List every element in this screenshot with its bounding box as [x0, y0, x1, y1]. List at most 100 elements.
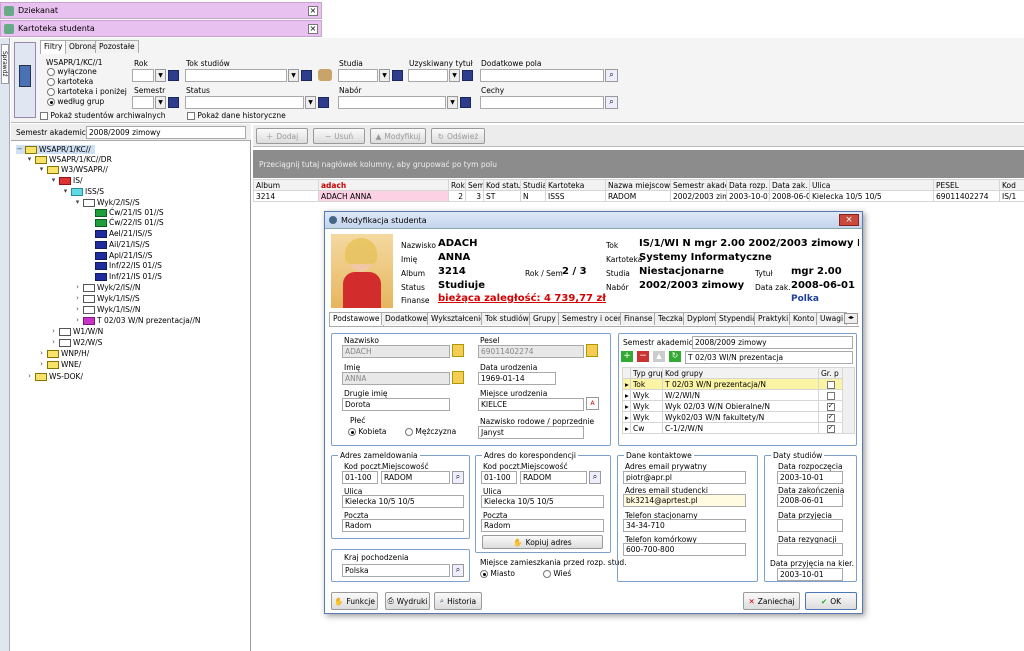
- tab-tok-studiow[interactable]: Tok studiów: [481, 312, 533, 325]
- radio-mezczyzna[interactable]: [405, 428, 413, 436]
- wydruki-button[interactable]: ⎙ Wydruki: [385, 592, 430, 610]
- dialog-titlebar[interactable]: Modyfikacja studenta ×: [325, 212, 862, 229]
- tree-node[interactable]: Ćw/21/IS 01//S: [95, 208, 164, 217]
- semestr-akademicki-select[interactable]: 2008/2009 zimowy: [86, 126, 246, 139]
- refresh-icon[interactable]: ↻: [669, 351, 681, 362]
- search-icon[interactable]: ⌕: [589, 471, 601, 484]
- gr-checkbox[interactable]: [826, 424, 835, 433]
- kor-miejscowosc-input[interactable]: RADOM: [520, 471, 587, 484]
- column-header[interactable]: Ulica: [809, 179, 934, 191]
- tree-node[interactable]: › W1/W/N: [50, 327, 103, 336]
- telefon-stacjonarny-input[interactable]: 34-34-710: [623, 519, 746, 532]
- usun-button[interactable]: − Usuń: [313, 128, 365, 144]
- lock-icon[interactable]: [586, 344, 598, 357]
- tree-node[interactable]: › W2/W/S: [50, 338, 102, 347]
- data-rezygnacji-input[interactable]: [777, 543, 843, 556]
- kartoteka-titlebar[interactable]: Kartoteka studenta ×: [0, 20, 322, 37]
- table-row[interactable]: ▸ Wyk Wyk02/03 W/N fakultety/N: [622, 411, 855, 423]
- side-tab-sprawdz[interactable]: Sprawdź: [1, 44, 9, 84]
- tree-node[interactable]: ▾ ISS/S: [62, 187, 104, 196]
- tree-node[interactable]: › Wyk/1/IS//S: [74, 294, 140, 303]
- data-rozpoczecia-input[interactable]: 2003-10-01: [777, 471, 843, 484]
- tree-node[interactable]: ▾ WSAPR/1/KC//DR: [26, 155, 112, 164]
- spellcheck-icon[interactable]: A: [586, 397, 599, 410]
- sem-akad-select[interactable]: 2008/2009 zimowy: [692, 336, 853, 349]
- semestr-filter-clear[interactable]: [168, 97, 179, 108]
- nabor-clear-button[interactable]: [460, 97, 471, 108]
- tree-node[interactable]: Inf/21/IS 01//S: [95, 272, 162, 281]
- column-header[interactable]: Nazwa miejscowości: [605, 179, 671, 191]
- tree-node[interactable]: › WNP/H/: [38, 349, 89, 358]
- tab-filtry[interactable]: Filtry: [40, 40, 67, 54]
- close-icon[interactable]: ×: [839, 214, 859, 226]
- column-header[interactable]: Gr. p: [818, 367, 843, 379]
- add-icon[interactable]: +: [621, 351, 633, 362]
- tree-node[interactable]: Apl/21/IS//S: [95, 251, 152, 260]
- studia-clear-button[interactable]: [392, 70, 403, 81]
- column-header[interactable]: Rok: [448, 179, 466, 191]
- filter-toggle[interactable]: [14, 42, 36, 118]
- tree-node[interactable]: › T 02/03 W/N prezentacja//N: [74, 316, 200, 325]
- search-icon[interactable]: ⌕: [452, 564, 464, 577]
- tab-podstawowe[interactable]: Podstawowe: [329, 312, 384, 326]
- zam-miejscowosc-input[interactable]: RADOM: [381, 471, 450, 484]
- studia-dropdown[interactable]: ▼: [379, 69, 390, 82]
- tab-konto[interactable]: Konto: [789, 312, 819, 325]
- tree-node[interactable]: Inf/22/IS 01//S: [95, 261, 162, 270]
- historia-button[interactable]: ⌕ Historia: [434, 592, 482, 610]
- gr-checkbox[interactable]: [826, 413, 835, 422]
- tab-praktyki[interactable]: Praktyki: [754, 312, 793, 325]
- tab-wyksztalcenie[interactable]: Wykształcenie: [427, 312, 489, 325]
- tree-node[interactable]: › Wyk/2/IS//N: [74, 283, 140, 292]
- email-prywatny-input[interactable]: piotr@apr.pl: [623, 471, 746, 484]
- tytul-dropdown[interactable]: ▼: [449, 69, 460, 82]
- column-header[interactable]: Kod: [999, 179, 1024, 191]
- column-header[interactable]: Data zak.: [769, 179, 810, 191]
- tok-input[interactable]: [185, 69, 287, 82]
- zam-poczta-input[interactable]: Radom: [342, 519, 464, 532]
- close-icon[interactable]: ×: [308, 6, 318, 16]
- p-drugie-imie-input[interactable]: Dorota: [342, 398, 450, 411]
- kor-kod-input[interactable]: 01-100: [481, 471, 517, 484]
- data-zakonczenia-input[interactable]: 2008-06-01: [777, 494, 843, 507]
- radio-wylaczone[interactable]: [47, 68, 55, 76]
- radio-kartoteka-ponizej[interactable]: [47, 88, 55, 96]
- data-przyjecia-input[interactable]: [777, 519, 843, 532]
- tytul-clear-button[interactable]: [462, 70, 473, 81]
- funkcje-button[interactable]: ✋ Funkcje: [331, 592, 378, 610]
- status-input[interactable]: [185, 96, 304, 109]
- search-icon[interactable]: ⌕: [605, 96, 618, 109]
- status-dropdown[interactable]: ▼: [305, 96, 316, 109]
- tab-grupy[interactable]: Grupy: [529, 312, 560, 325]
- miejsce-urodzenia-input[interactable]: KIELCE: [478, 398, 584, 411]
- table-row[interactable]: 3214 ADACH ANNA 2 3 ST N ISSS RADOM 2002…: [253, 190, 1024, 202]
- tree-node[interactable]: Ćw/22/IS 01//S: [95, 218, 164, 227]
- column-header[interactable]: Semes: [465, 179, 484, 191]
- lock-icon[interactable]: [452, 344, 464, 357]
- gr-checkbox[interactable]: [826, 402, 835, 411]
- nabor-dropdown[interactable]: ▼: [447, 96, 458, 109]
- dziekanat-titlebar[interactable]: Dziekanat ×: [0, 2, 322, 19]
- zam-kod-input[interactable]: 01-100: [342, 471, 378, 484]
- checkbox-archiwalni[interactable]: [40, 112, 48, 120]
- tab-finanse[interactable]: Finanse: [620, 312, 657, 325]
- modyfikuj-button[interactable]: ▲ Modyfikuj: [370, 128, 426, 144]
- column-header[interactable]: Studia: [520, 179, 546, 191]
- table-row[interactable]: ▸ Tok T 02/03 W/N prezentacja/N: [622, 378, 855, 390]
- tree-node[interactable]: ▾ Wyk/2/IS//S: [74, 198, 140, 207]
- dodaj-button[interactable]: ＋ Dodaj: [256, 128, 308, 144]
- gr-checkbox[interactable]: [826, 380, 835, 389]
- rok-input[interactable]: [132, 69, 154, 82]
- ok-button[interactable]: ✔ OK: [805, 592, 857, 610]
- data-urodzenia-input[interactable]: 1969-01-14: [478, 372, 556, 385]
- radio-wedlug-grup[interactable]: [47, 98, 55, 106]
- tab-pozostale[interactable]: Pozostałe: [95, 40, 139, 53]
- semestr-filter-dropdown[interactable]: ▼: [155, 96, 166, 109]
- finanse-link[interactable]: bieżąca zaległość: 4 739,77 zł: [438, 293, 606, 304]
- close-icon[interactable]: ×: [308, 24, 318, 34]
- kraj-input[interactable]: Polska: [342, 564, 450, 577]
- table-row[interactable]: ▸ Wyk W/2/WI/N: [622, 389, 855, 401]
- table-row[interactable]: ▸ Cw C-1/2/W/N: [622, 422, 855, 434]
- remove-icon[interactable]: −: [637, 351, 649, 362]
- kor-poczta-input[interactable]: Radom: [481, 519, 604, 532]
